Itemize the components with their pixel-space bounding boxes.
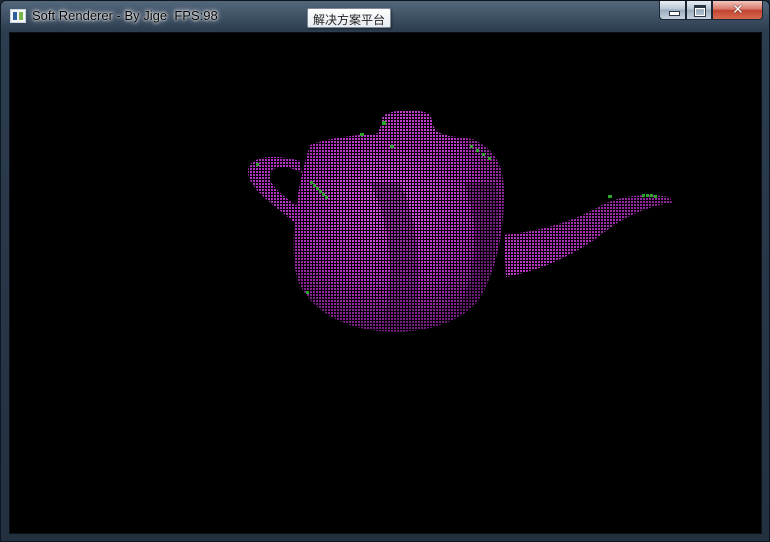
maximize-icon: [694, 5, 706, 17]
maximize-button[interactable]: [686, 1, 712, 20]
app-window-icon[interactable]: [10, 9, 26, 23]
teapot-spout: [504, 195, 672, 277]
render-canvas: [248, 110, 672, 332]
close-icon: ✕: [732, 2, 744, 18]
app-window: Soft Renderer - By Jige FPS:98 解决方案平台 ✕: [0, 0, 770, 542]
render-viewport[interactable]: [9, 32, 762, 534]
close-button[interactable]: ✕: [712, 1, 763, 20]
minimize-icon: [669, 11, 680, 16]
teapot-lid: [340, 110, 463, 155]
caption-buttons: ✕: [659, 1, 763, 21]
teapot-model: [248, 110, 672, 332]
minimize-button[interactable]: [659, 1, 686, 20]
window-title: Soft Renderer - By Jige FPS:98: [32, 8, 218, 23]
title-bar[interactable]: Soft Renderer - By Jige FPS:98 解决方案平台 ✕: [1, 1, 769, 33]
toolbar-tooltip: 解决方案平台: [307, 8, 392, 28]
